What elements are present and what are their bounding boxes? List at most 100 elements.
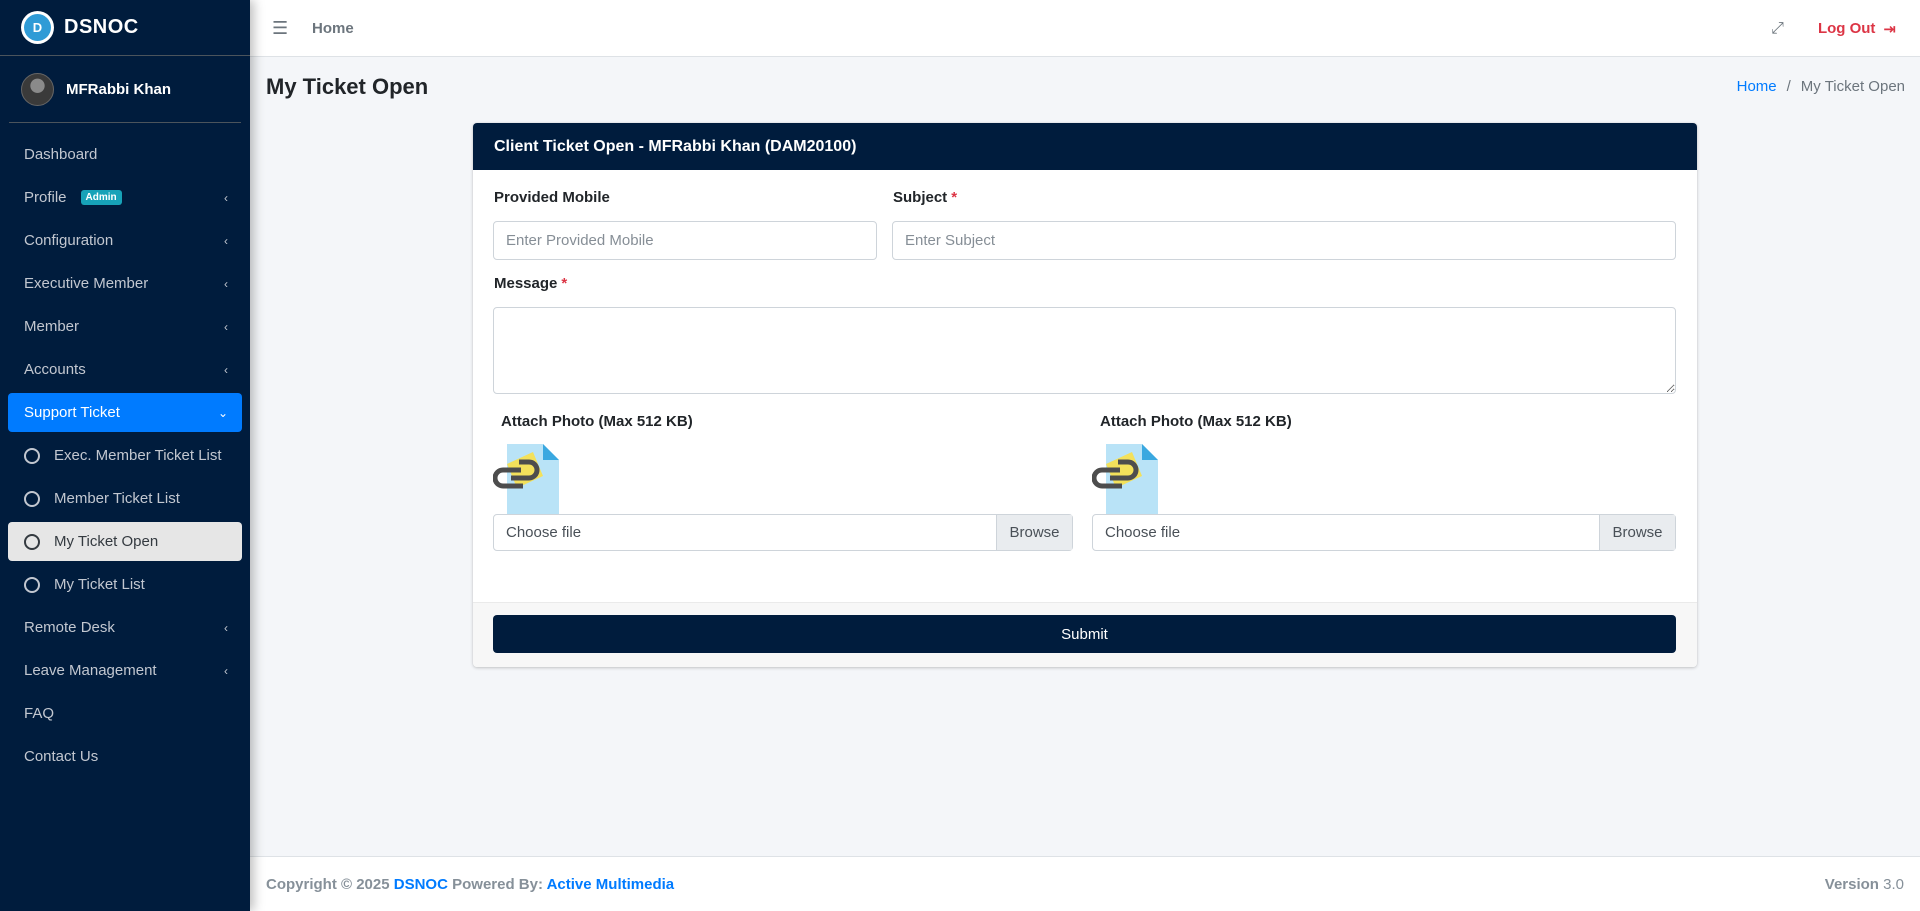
sign-out-icon: ⇥ <box>1883 20 1896 38</box>
sidebar-item-faq[interactable]: FAQ <box>8 694 242 733</box>
sidebar-item-contact-us[interactable]: Contact Us <box>8 737 242 776</box>
ticket-form: Provided Mobile Subject* Message* Attach… <box>473 170 1697 602</box>
sidebar-item-label: FAQ <box>24 705 55 722</box>
sidebar-subitem-label: My Ticket List <box>54 576 145 593</box>
subject-input[interactable] <box>892 221 1676 260</box>
version-number: 3.0 <box>1883 875 1904 893</box>
sidebar-item-label: Leave Management <box>24 662 157 679</box>
message-label: Message * <box>494 275 567 292</box>
powered-by-text: Powered By: <box>452 875 543 893</box>
sidebar-item-label: Executive Member <box>24 275 149 292</box>
sidebar-subitem-label: My Ticket Open <box>54 533 159 550</box>
circle-icon <box>24 576 40 593</box>
card-title: Client Ticket Open - MFRabbi Khan (DAM20… <box>473 123 1697 170</box>
sidebar-item-label: Accounts <box>24 361 86 378</box>
footer-version: Version 3.0 <box>1825 876 1904 893</box>
logout-button[interactable]: Log Out ⇥ <box>1818 20 1896 38</box>
chevron-left-icon: ‹ <box>224 362 228 377</box>
content-header: My Ticket Open Home / My Ticket Open <box>250 57 1920 117</box>
browse-button[interactable]: Browse <box>996 515 1072 550</box>
subject-label: Subject * <box>893 189 957 206</box>
footer-copyright: Copyright © 2025 DSNOC Powered By: Activ… <box>266 876 674 893</box>
submit-button[interactable]: Submit <box>493 615 1676 653</box>
chevron-left-icon: ‹ <box>224 276 228 291</box>
browse-button[interactable]: Browse <box>1599 515 1675 550</box>
user-panel[interactable]: MFRabbi Khan <box>9 56 241 123</box>
sidebar-item-executive-member[interactable]: Executive Member ‹ <box>8 264 242 303</box>
sidebar-item-dashboard[interactable]: Dashboard <box>8 135 242 174</box>
breadcrumb: Home / My Ticket Open <box>1737 78 1905 95</box>
brand-name: DSNOC <box>64 16 139 38</box>
sidebar-subitem-label: Exec. Member Ticket List <box>54 447 222 464</box>
sidebar-item-label: Support Ticket <box>24 404 120 421</box>
message-label-text: Message <box>494 275 558 292</box>
file-input-1[interactable]: Choose file Browse <box>493 514 1073 551</box>
sidebar-item-label: Contact Us <box>24 748 99 765</box>
sidebar-subitem-member-ticket-list[interactable]: Member Ticket List <box>8 479 242 518</box>
required-mark: * <box>951 189 958 206</box>
page-title: My Ticket Open <box>266 74 429 99</box>
sidebar-item-profile[interactable]: Profile Admin ‹ <box>8 178 242 217</box>
brand-logo: D <box>21 11 54 44</box>
user-name: MFRabbi Khan <box>66 80 171 98</box>
breadcrumb-current: My Ticket Open <box>1800 78 1905 95</box>
sidebar-item-label: Remote Desk <box>24 619 115 636</box>
card-footer: Submit <box>473 602 1697 667</box>
footer-brand-link[interactable]: DSNOC <box>394 876 448 893</box>
fullscreen-icon[interactable]: ⤢ <box>1771 20 1784 38</box>
ticket-card: Client Ticket Open - MFRabbi Khan (DAM20… <box>473 123 1697 667</box>
sidebar-subitem-my-ticket-list[interactable]: My Ticket List <box>8 565 242 604</box>
message-textarea[interactable] <box>493 307 1676 394</box>
sidebar-item-label: Member <box>24 318 80 335</box>
topbar-home-link[interactable]: Home <box>312 20 354 37</box>
attach1-label: Attach Photo (Max 512 KB) <box>501 413 693 430</box>
circle-icon <box>24 447 40 464</box>
circle-icon <box>24 490 40 507</box>
menu-toggle-icon[interactable]: ☰ <box>272 18 290 39</box>
chevron-left-icon: ‹ <box>224 620 228 635</box>
mobile-input[interactable] <box>493 221 877 260</box>
logout-label: Log Out <box>1817 20 1876 37</box>
sidebar-item-remote-desk[interactable]: Remote Desk ‹ <box>8 608 242 647</box>
footer-company-link[interactable]: Active Multimedia <box>547 876 675 893</box>
brand-link[interactable]: D DSNOC <box>0 0 250 56</box>
breadcrumb-separator: / <box>1786 78 1791 95</box>
sidebar-subitem-exec-member-ticket-list[interactable]: Exec. Member Ticket List <box>8 436 242 475</box>
brand-logo-mark: D <box>24 14 51 41</box>
circle-icon <box>24 533 40 550</box>
mobile-label: Provided Mobile <box>494 189 610 206</box>
sidebar-item-member[interactable]: Member ‹ <box>8 307 242 346</box>
file-input-text: Choose file <box>506 524 582 541</box>
file-input-text: Choose file <box>1105 524 1181 541</box>
admin-badge: Admin <box>80 190 122 205</box>
sidebar-item-label: Dashboard <box>24 146 98 163</box>
copyright-text: Copyright © 2025 <box>266 875 390 893</box>
topbar-right: ⤢ Log Out ⇥ <box>1771 0 1896 57</box>
topbar: ☰ Home ⤢ Log Out ⇥ <box>250 0 1920 57</box>
attach2-label: Attach Photo (Max 512 KB) <box>1100 413 1292 430</box>
sidebar-item-configuration[interactable]: Configuration ‹ <box>8 221 242 260</box>
sidebar: D DSNOC MFRabbi Khan Dashboard Profile A… <box>0 0 250 911</box>
chevron-left-icon: ‹ <box>224 190 228 205</box>
version-label: Version <box>1824 875 1879 893</box>
breadcrumb-home-link[interactable]: Home <box>1737 78 1777 95</box>
sidebar-item-support-ticket[interactable]: Support Ticket ⌄ <box>8 393 242 432</box>
attachment-file-icon <box>493 444 559 522</box>
sidebar-item-leave-management[interactable]: Leave Management ‹ <box>8 651 242 690</box>
sidebar-subitem-label: Member Ticket List <box>54 490 180 507</box>
attachment-file-icon <box>1092 444 1158 522</box>
sidebar-item-accounts[interactable]: Accounts ‹ <box>8 350 242 389</box>
sidebar-subitem-my-ticket-open[interactable]: My Ticket Open <box>8 522 242 561</box>
sidebar-nav: Dashboard Profile Admin ‹ Configuration … <box>0 123 250 776</box>
page-footer: Copyright © 2025 DSNOC Powered By: Activ… <box>250 856 1920 911</box>
chevron-left-icon: ‹ <box>224 233 228 248</box>
sidebar-item-label: Profile <box>24 189 67 206</box>
subject-label-text: Subject <box>893 189 948 206</box>
file-input-2[interactable]: Choose file Browse <box>1092 514 1676 551</box>
mobile-label-text: Provided Mobile <box>494 189 610 206</box>
sidebar-item-label: Configuration <box>24 232 114 249</box>
required-mark: * <box>561 275 568 292</box>
avatar <box>21 72 54 106</box>
chevron-left-icon: ‹ <box>224 319 228 334</box>
chevron-left-icon: ‹ <box>224 663 228 678</box>
